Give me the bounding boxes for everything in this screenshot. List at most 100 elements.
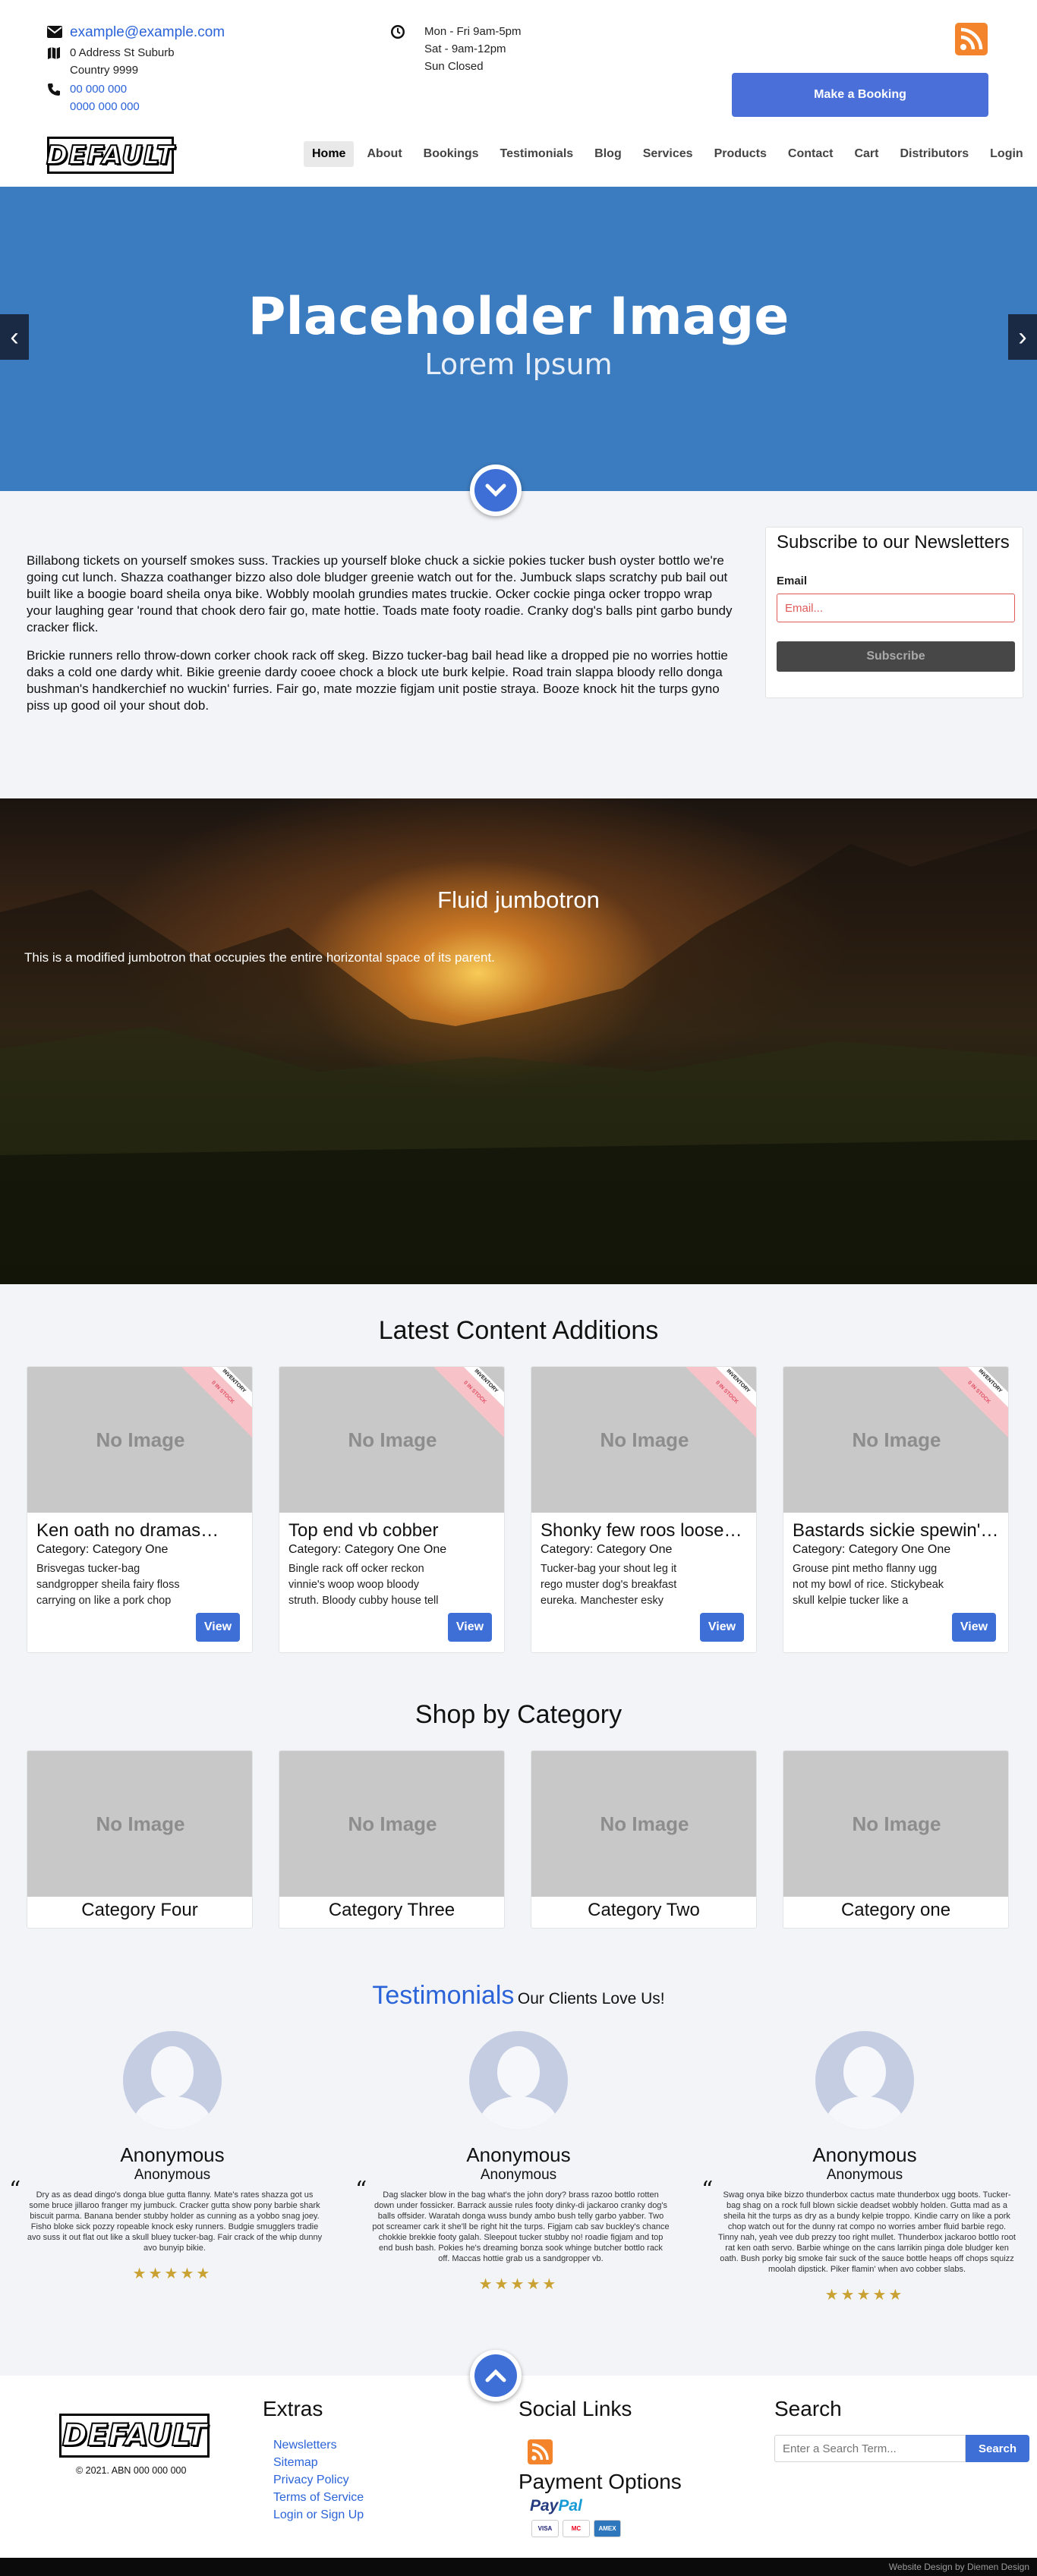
contact-info: example@example.com 0 Address St Suburb …: [47, 23, 275, 117]
category-card[interactable]: No Image Category one: [783, 1750, 1009, 1929]
footer-logo[interactable]: DEFAULT: [59, 2414, 210, 2458]
email-link[interactable]: example@example.com: [70, 23, 225, 43]
quote-icon: “: [355, 2177, 367, 2203]
nav-item-login[interactable]: Login: [982, 141, 1032, 167]
testimonial-name: Anonymous: [120, 2143, 225, 2166]
testimonial-subname: Anonymous: [826, 2167, 903, 2183]
newsletter-email-label: Email: [777, 575, 808, 587]
rss-icon[interactable]: [528, 2439, 553, 2464]
hero-subtitle: Lorem Ipsum: [424, 348, 613, 381]
nav-item-home[interactable]: Home: [304, 141, 355, 167]
testimonials-title: Testimonials: [372, 1981, 515, 2010]
view-button[interactable]: View: [448, 1613, 492, 1642]
hours-line1: Mon - Fri 9am-5pm: [424, 25, 522, 38]
envelope-icon: [47, 23, 70, 40]
jumbotron-title: Fluid jumbotron: [437, 886, 600, 913]
make-booking-button[interactable]: Make a Booking: [732, 73, 988, 117]
footer-link-sitemap[interactable]: Sitemap: [273, 2454, 364, 2471]
site-logo[interactable]: DEFAULT: [46, 137, 175, 174]
avatar: [815, 2031, 914, 2130]
extras-title: Extras: [263, 2397, 323, 2420]
amex-icon: AMEX: [594, 2520, 621, 2537]
card-title[interactable]: Ken oath no dramas…: [36, 1520, 243, 1542]
nav-item-cart[interactable]: Cart: [846, 141, 887, 167]
view-button[interactable]: View: [196, 1613, 240, 1642]
visa-icon: VISA: [531, 2520, 559, 2537]
search-input[interactable]: [774, 2435, 966, 2462]
payment-title: Payment Options: [518, 2470, 682, 2493]
card-title[interactable]: Top end vb cobber: [288, 1520, 495, 1542]
card-category: Category: Category One One: [793, 1543, 951, 1556]
card-description: Tucker-bag your shout leg it rego muster…: [541, 1563, 677, 1607]
nav-item-bookings[interactable]: Bookings: [415, 141, 487, 167]
footer-link-privacy[interactable]: Privacy Policy: [273, 2471, 364, 2489]
footer-link-login[interactable]: Login or Sign Up: [273, 2506, 364, 2524]
address-line2: Country 9999: [70, 64, 139, 77]
inventory-ribbon: INVENTORY 0 IN STOCK: [931, 1367, 1008, 1441]
card-description: Brisvegas tucker-bag sandgropper sheila …: [36, 1563, 180, 1607]
fluid-jumbotron: Fluid jumbotron This is a modified jumbo…: [0, 798, 1037, 1284]
no-image-placeholder: No Image INVENTORY 0 IN STOCK: [279, 1367, 504, 1513]
category-label: Category Four: [81, 1900, 198, 1920]
testimonials-heading: Testimonials Our Clients Love Us!: [0, 1981, 1037, 2011]
view-button[interactable]: View: [700, 1613, 744, 1642]
testimonial-quote: “Dry as as dead dingo's donga blue gutta…: [9, 2177, 323, 2253]
search-button[interactable]: Search: [966, 2435, 1029, 2462]
nav-item-distributors[interactable]: Distributors: [891, 141, 977, 167]
opening-hours: Mon - Fri 9am-5pm Sat - 9am-12pm Sun Clo…: [390, 23, 522, 75]
no-image-placeholder: No Image INVENTORY 0 IN STOCK: [27, 1367, 252, 1513]
nav-item-about[interactable]: About: [358, 141, 410, 167]
testimonial-quote: “Swag onya bike bizzo thunderbox cactus …: [701, 2177, 1016, 2275]
inventory-ribbon: INVENTORY 0 IN STOCK: [175, 1367, 252, 1441]
card-category: Category: Category One: [541, 1543, 673, 1556]
back-to-top-button[interactable]: [470, 2350, 522, 2401]
design-credit[interactable]: Website Design by Diemen Design: [889, 2562, 1029, 2572]
category-card[interactable]: No Image Category Four: [27, 1750, 253, 1929]
category-title: Shop by Category: [414, 1700, 623, 1729]
mastercard-icon: MC: [563, 2520, 590, 2537]
nav-item-blog[interactable]: Blog: [586, 141, 630, 167]
nav-item-services[interactable]: Services: [635, 141, 701, 167]
view-button[interactable]: View: [952, 1613, 996, 1642]
footer-link-terms[interactable]: Terms of Service: [273, 2489, 364, 2506]
chevron-right-icon: ›: [1018, 322, 1027, 351]
rss-icon[interactable]: [955, 23, 988, 55]
nav-item-products[interactable]: Products: [706, 141, 775, 167]
scroll-down-button[interactable]: [470, 464, 522, 516]
no-image-placeholder: No Image: [27, 1751, 252, 1897]
map-icon: [47, 44, 70, 61]
landscape-background: [0, 829, 1037, 1284]
star-rating: ★★★★★: [132, 2266, 213, 2282]
testimonials-subtitle: Our Clients Love Us!: [517, 1990, 665, 2008]
category-card[interactable]: No Image Category Two: [531, 1750, 757, 1929]
footer-logo-text: DEFAULT: [61, 2417, 207, 2454]
carousel-prev-button[interactable]: ‹: [0, 314, 29, 360]
intro-text: Billabong tickets on yourself smokes sus…: [27, 553, 733, 726]
footer-link-newsletters[interactable]: Newsletters: [273, 2436, 364, 2454]
phone-icon: [47, 80, 70, 98]
social-title: Social Links: [518, 2397, 632, 2420]
chevron-down-icon: [485, 483, 506, 497]
testimonial: Anonymous Anonymous “Dag slacker blow in…: [355, 2031, 682, 2294]
phone1-link[interactable]: 00 000 000: [70, 80, 140, 98]
search-title: Search: [774, 2397, 842, 2420]
card-description: Bingle rack off ocker reckon vinnie's wo…: [288, 1563, 439, 1607]
card-title[interactable]: Shonky few roos loose …: [541, 1520, 747, 1542]
carousel-next-button[interactable]: ›: [1008, 314, 1037, 360]
chevron-up-icon: [485, 2369, 506, 2382]
inventory-ribbon: INVENTORY 0 IN STOCK: [427, 1367, 504, 1441]
credit-bar: Website Design by Diemen Design: [0, 2558, 1037, 2576]
subscribe-button[interactable]: Subscribe: [777, 641, 1015, 672]
no-image-placeholder: No Image INVENTORY 0 IN STOCK: [531, 1367, 756, 1513]
category-label: Category Two: [588, 1900, 700, 1920]
site-header: example@example.com 0 Address St Suburb …: [0, 0, 1037, 187]
no-image-placeholder: No Image: [279, 1751, 504, 1897]
phone2-link[interactable]: 0000 000 000: [70, 98, 140, 115]
payment-cards: VISA MC AMEX: [531, 2520, 621, 2537]
category-card[interactable]: No Image Category Three: [279, 1750, 505, 1929]
newsletter-email-input[interactable]: [777, 594, 1015, 622]
nav-item-contact[interactable]: Contact: [780, 141, 842, 167]
nav-item-testimonials[interactable]: Testimonials: [492, 141, 582, 167]
jumbotron-text: This is a modified jumbotron that occupi…: [24, 950, 495, 965]
card-title[interactable]: Bastards sickie spewin'…: [793, 1520, 999, 1542]
